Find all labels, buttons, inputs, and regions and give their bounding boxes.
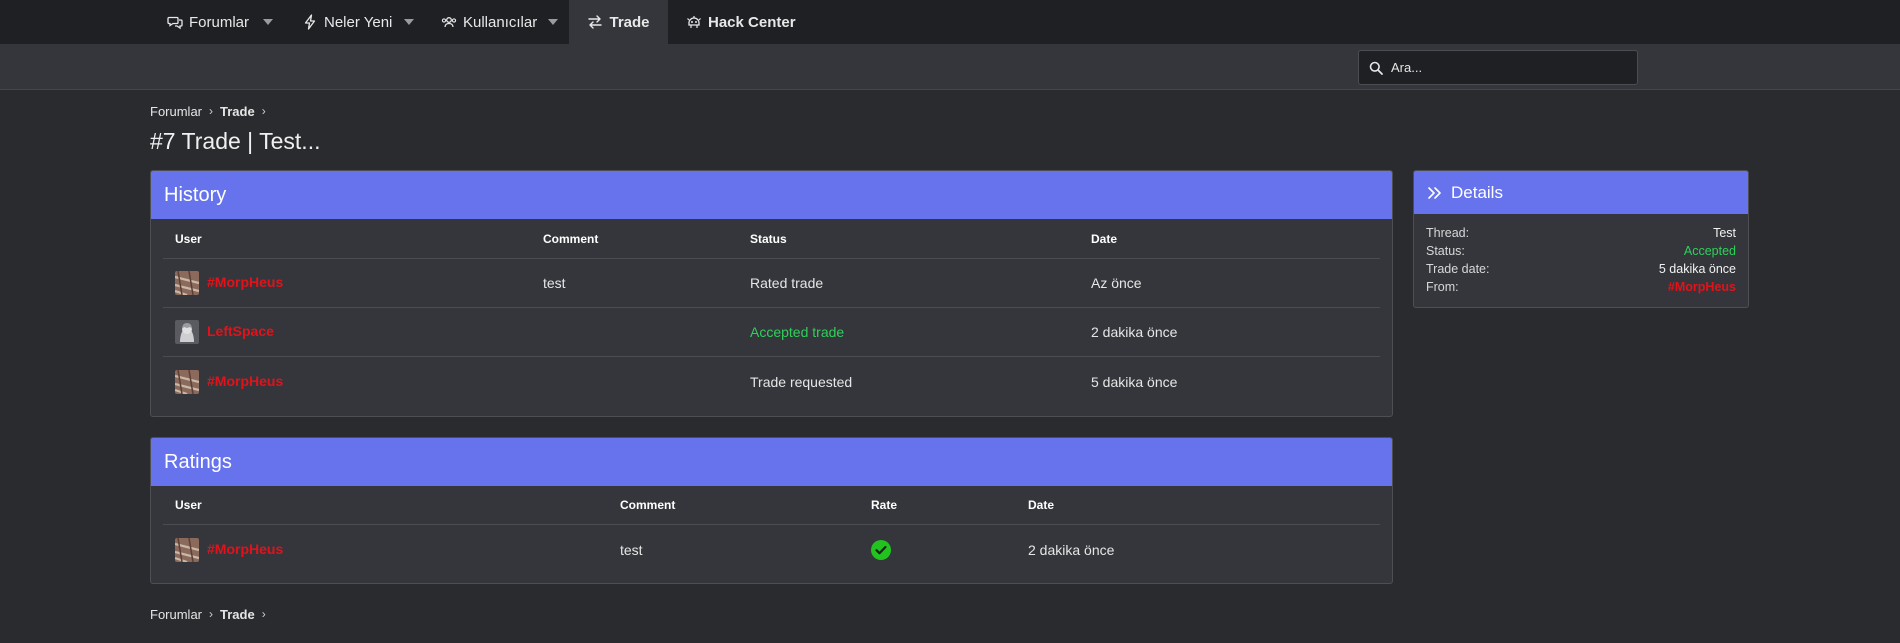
double-chevron-right-icon [1428,186,1441,199]
detail-value-from[interactable]: #MorpHeus [1668,280,1736,294]
avatar[interactable] [175,320,199,344]
table-row: LeftSpace Accepted trade 2 dakika önce [163,308,1380,357]
column-header-comment: Comment [620,498,676,512]
bolt-icon [304,14,316,30]
history-table: User Comment Status Date #MorpHeus test … [163,219,1380,406]
nav-label: Forumlar [189,13,250,31]
table-row: #MorpHeus test 2 dakika önce [163,525,1380,575]
history-header: History [151,171,1392,219]
table-header-row: User Comment Status Date [163,219,1380,259]
comment-cell: test [620,542,643,558]
chevron-right-icon: › [261,607,266,621]
chevron-right-icon: › [209,607,214,621]
column-header-status: Status [750,231,787,246]
column-header-rate: Rate [871,498,898,512]
check-circle-icon [871,540,891,560]
detail-row-status: Status: Accepted [1414,242,1748,260]
nav-forumlar[interactable]: Forumlar [155,0,261,44]
table-row: #MorpHeus Trade requested 5 dakika önce [163,357,1380,406]
detail-row-from: From: #MorpHeus [1414,278,1748,296]
column-header-user: User [175,231,202,246]
top-navigation: Forumlar Neler Yeni Kullanıcılar Trade H… [0,0,1900,44]
chevron-down-icon [263,18,273,25]
page-title: #7 Trade | Test... [150,128,321,154]
column-header-date: Date [1091,231,1118,246]
nav-kullanicilar[interactable]: Kullanıcılar [429,0,549,44]
nav-trade[interactable]: Trade [569,0,668,44]
status-cell: Rated trade [750,275,824,291]
username-link[interactable]: LeftSpace [207,323,274,339]
detail-value-thread[interactable]: Test [1713,226,1736,240]
user-cell: #MorpHeus [175,357,283,406]
detail-label: Trade date: [1426,262,1490,276]
avatar[interactable] [175,271,199,295]
nav-label: Hack Center [708,13,796,31]
nav-label: Trade [609,13,650,31]
detail-row-trade-date: Trade date: 5 dakika önce [1414,260,1748,278]
details-panel: Details Thread: Test Status: Accepted Tr… [1413,170,1749,308]
nav-neler-yeni-dropdown[interactable] [399,0,419,44]
detail-label: From: [1426,280,1459,294]
breadcrumb-item-forumlar[interactable]: Forumlar [150,104,202,119]
date-cell: Az önce [1091,275,1142,291]
status-cell: Trade requested [750,373,853,390]
details-header: Details [1414,171,1748,214]
ratings-table: User Comment Rate Date #MorpHeus test 2 … [163,486,1380,575]
user-cell: #MorpHeus [175,259,283,307]
exchange-icon [588,15,603,29]
avatar[interactable] [175,538,199,562]
search-icon [1369,61,1383,75]
username-link[interactable]: #MorpHeus [207,274,283,290]
search-box[interactable] [1358,50,1638,85]
comments-icon [167,16,183,30]
breadcrumb-item-trade[interactable]: Trade [220,104,255,119]
ratings-block: Ratings User Comment Rate Date #MorpHeus… [150,437,1393,584]
detail-label: Status: [1426,244,1465,258]
chevron-right-icon: › [209,104,214,118]
ratings-header: Ratings [151,438,1392,486]
detail-value-trade-date: 5 dakika önce [1658,262,1736,276]
table-row: #MorpHeus test Rated trade Az önce [163,259,1380,308]
username-link[interactable]: #MorpHeus [207,373,283,389]
nav-hack-center[interactable]: Hack Center [674,0,808,44]
date-cell: 5 dakika önce [1091,373,1178,390]
user-cell: LeftSpace [175,308,274,356]
username-link[interactable]: #MorpHeus [207,541,283,557]
nav-kullanicilar-dropdown[interactable] [543,0,563,44]
nav-neler-yeni[interactable]: Neler Yeni [290,0,404,44]
history-block: History User Comment Status Date #MorpHe… [150,170,1393,417]
status-cell: Accepted trade [750,324,845,340]
hack-icon [687,16,701,28]
chevron-down-icon [548,18,558,25]
breadcrumb-item-forumlar[interactable]: Forumlar [150,607,202,622]
date-cell: 2 dakika önce [1028,542,1115,558]
details-title: Details [1451,182,1503,202]
breadcrumb-item-trade[interactable]: Trade [220,607,255,622]
nav-label: Neler Yeni [324,13,393,31]
comment-cell: test [543,275,566,291]
user-cell: #MorpHeus [175,525,283,575]
details-list: Thread: Test Status: Accepted Trade date… [1414,214,1748,296]
column-header-comment: Comment [543,231,599,246]
avatar[interactable] [175,369,199,394]
breadcrumb: Forumlar › Trade › [150,101,266,121]
column-header-user: User [175,498,202,512]
column-header-date: Date [1028,498,1055,512]
detail-row-thread: Thread: Test [1414,224,1748,242]
chevron-down-icon [404,18,414,25]
chevron-right-icon: › [261,104,266,118]
detail-label: Thread: [1426,226,1470,240]
nav-forumlar-dropdown[interactable] [258,0,278,44]
date-cell: 2 dakika önce [1091,324,1178,340]
search-input[interactable] [1391,60,1621,75]
breadcrumb-bottom: Forumlar › Trade › [150,604,266,624]
table-header-row: User Comment Rate Date [163,486,1380,525]
nav-label: Kullanıcılar [463,13,538,31]
rate-cell [871,525,891,575]
detail-value-status: Accepted [1683,244,1736,258]
users-icon [441,17,457,28]
